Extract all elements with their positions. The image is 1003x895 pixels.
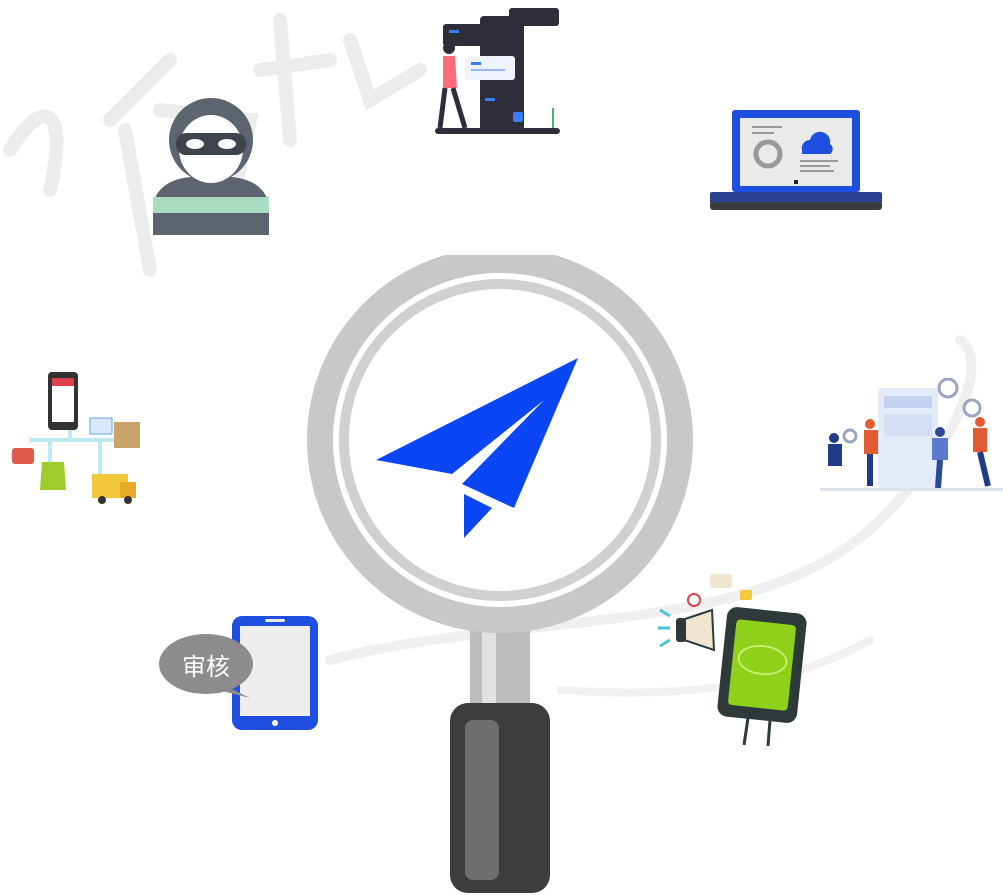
megaphone-phone-illustration xyxy=(658,574,807,747)
magnifier-icon xyxy=(307,255,693,893)
paper-plane-icon xyxy=(376,358,578,538)
review-bubble-label: 审核 xyxy=(182,652,230,681)
hacker-icon xyxy=(153,98,269,235)
laptop-cloud-settings-icon xyxy=(710,110,882,210)
review-bubble: 审核 xyxy=(158,634,254,704)
team-building-app-illustration xyxy=(820,378,1003,491)
ecommerce-flow-illustration xyxy=(12,372,140,504)
chat-screens-illustration xyxy=(435,8,560,134)
